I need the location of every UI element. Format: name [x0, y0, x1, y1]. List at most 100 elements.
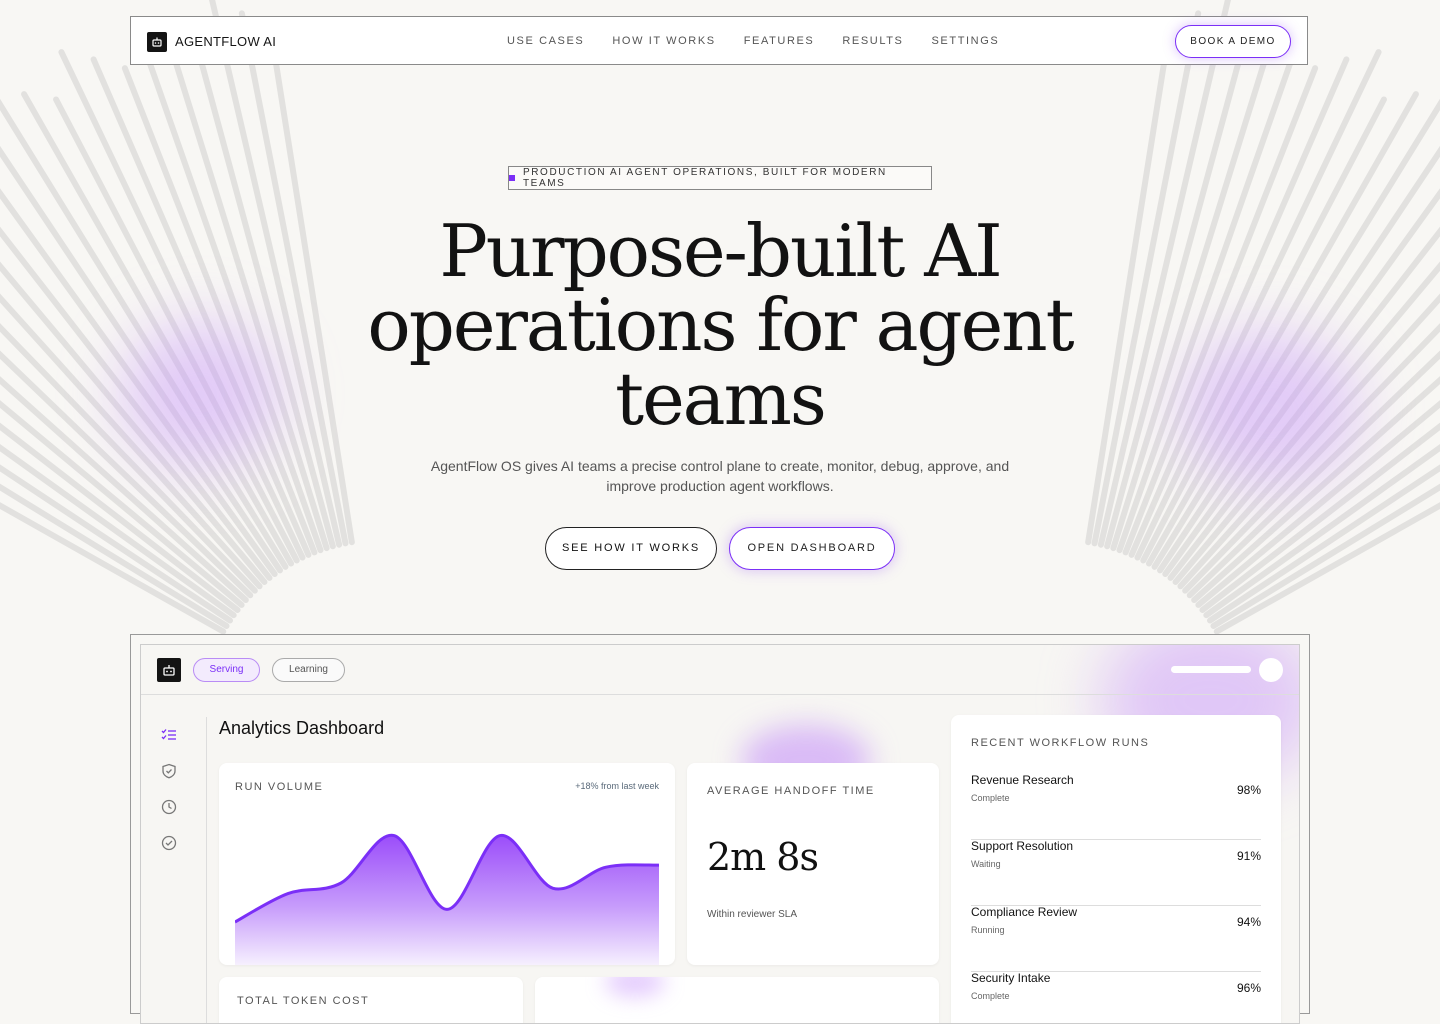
fan-stroke: [1206, 464, 1440, 624]
fan-stroke: [0, 464, 234, 624]
run-name: Security Intake: [971, 971, 1051, 985]
run-score: 96%: [1236, 981, 1261, 995]
fan-stroke: [1128, 56, 1350, 558]
nav-link-settings[interactable]: SETTINGS: [932, 35, 1000, 47]
dashboard-preview-frame: Serving Learning Analytics Dashboard RUN…: [130, 634, 1310, 1024]
fan-stroke: [1182, 323, 1440, 594]
fan-stroke: [1122, 65, 1319, 556]
run-status: Running: [971, 925, 1005, 935]
fan-stroke: [53, 96, 300, 564]
see-how-it-works-button[interactable]: SEE HOW IT WORKS: [545, 527, 717, 570]
nav-link-features[interactable]: FEATURES: [744, 35, 815, 47]
open-dashboard-button[interactable]: OPEN DASHBOARD: [729, 527, 895, 570]
fan-stroke: [21, 91, 295, 567]
book-demo-button[interactable]: BOOK A DEMO: [1175, 25, 1291, 58]
eyebrow-text: PRODUCTION AI AGENT OPERATIONS, BUILT FO…: [522, 167, 887, 189]
recent-runs-panel: RECENT WORKFLOW RUNS Revenue Research Co…: [951, 715, 1281, 1023]
run-volume-change: +18% from last week: [575, 781, 659, 791]
fan-stroke: [0, 323, 258, 594]
clock-icon[interactable]: [161, 799, 177, 815]
fan-stroke: [0, 188, 278, 578]
fan-stroke: [1151, 98, 1440, 570]
fan-stroke: [1213, 502, 1440, 635]
search-bar-placeholder[interactable]: [1171, 666, 1251, 673]
fan-stroke: [1134, 49, 1382, 561]
fan-stroke: [1199, 422, 1440, 613]
dashboard-title: Analytics Dashboard: [219, 718, 385, 738]
fan-stroke: [132, 18, 324, 554]
glow-left: [120, 320, 280, 470]
run-volume-chart: [235, 834, 659, 965]
fan-stroke: [0, 444, 237, 619]
list-item[interactable]: Compliance Review Running 94%: [971, 905, 1261, 972]
glow-right: [1180, 330, 1360, 490]
fan-stroke: [0, 261, 268, 585]
robot-logo-icon[interactable]: [147, 32, 167, 52]
fan-stroke: [1110, 29, 1277, 552]
avatar[interactable]: [1259, 658, 1283, 682]
nav-link-results[interactable]: RESULTS: [842, 35, 903, 47]
fan-stroke: [1140, 96, 1387, 564]
fan-stroke: [58, 49, 306, 561]
run-score: 91%: [1236, 849, 1261, 863]
fan-stroke: [1210, 483, 1440, 629]
nav-link-use-cases[interactable]: USE CASES: [507, 35, 584, 47]
run-status: Waiting: [971, 859, 1001, 869]
handoff-time-card[interactable]: AVERAGE HANDOFF TIME 2m 8s Within review…: [687, 763, 939, 965]
run-volume-area: [235, 835, 659, 965]
sidebar-divider: [206, 717, 207, 1023]
recent-runs-label: RECENT WORKFLOW RUNS: [971, 737, 1150, 749]
list-item[interactable]: Support Resolution Waiting 91%: [971, 839, 1261, 906]
run-status: Complete: [971, 793, 1010, 803]
run-name: Support Resolution: [971, 839, 1074, 853]
brand-name[interactable]: AGENTFLOW AI: [175, 34, 276, 49]
nav-link-how-it-works[interactable]: HOW IT WORKS: [612, 35, 715, 47]
fan-stroke: [1116, 18, 1308, 554]
dashboard-preview: Serving Learning Analytics Dashboard RUN…: [140, 644, 1300, 1024]
fan-stroke: [1157, 145, 1440, 574]
fan-stroke: [0, 226, 273, 581]
fan-stroke: [0, 422, 241, 613]
tab-serving[interactable]: Serving: [193, 658, 260, 682]
checklist-icon[interactable]: [161, 727, 177, 743]
handoff-note: Within reviewer SLA: [707, 909, 798, 920]
fan-stroke: [1186, 350, 1440, 599]
fan-stroke: [0, 483, 230, 629]
fan-stroke: [193, 41, 336, 550]
run-volume-label: RUN VOLUME: [235, 781, 324, 793]
fan-stroke: [121, 65, 318, 556]
run-name: Compliance Review: [971, 905, 1078, 919]
fan-stroke: [0, 98, 289, 570]
fan-stroke: [0, 145, 283, 574]
run-score: 94%: [1236, 915, 1261, 929]
fan-stroke: [1195, 400, 1440, 608]
fan-stroke: [1162, 188, 1440, 578]
run-name: Revenue Research: [971, 773, 1074, 787]
fan-stroke: [90, 56, 312, 558]
list-item[interactable]: Revenue Research Complete 98%: [971, 773, 1261, 840]
fan-stroke: [1145, 91, 1419, 567]
fan-stroke: [0, 350, 254, 599]
fan-stroke: [1172, 261, 1440, 585]
fan-stroke: [0, 376, 249, 604]
fan-stroke: [1167, 226, 1440, 581]
token-cost-card[interactable]: TOTAL TOKEN COST: [219, 977, 523, 1023]
dashboard-topbar: Serving Learning: [141, 645, 1299, 695]
token-cost-label: TOTAL TOKEN COST: [237, 995, 370, 1007]
secondary-metric-card[interactable]: [535, 977, 939, 1023]
fan-stroke: [0, 400, 245, 608]
card-glow: [605, 977, 665, 997]
fan-stroke: [1104, 41, 1247, 550]
run-score: 98%: [1236, 783, 1261, 797]
fan-stroke: [0, 293, 263, 590]
fan-stroke: [0, 502, 227, 635]
tab-learning[interactable]: Learning: [272, 658, 345, 682]
run-volume-card[interactable]: RUN VOLUME +18% from last week: [219, 763, 675, 965]
check-circle-icon[interactable]: [161, 835, 177, 851]
shield-icon[interactable]: [161, 763, 177, 779]
list-item[interactable]: Security Intake Complete 96%: [971, 971, 1261, 1023]
robot-logo-icon[interactable]: [157, 658, 181, 682]
fan-stroke: [163, 29, 330, 552]
fan-stroke: [1203, 444, 1440, 619]
eyebrow-badge: PRODUCTION AI AGENT OPERATIONS, BUILT FO…: [508, 166, 932, 190]
